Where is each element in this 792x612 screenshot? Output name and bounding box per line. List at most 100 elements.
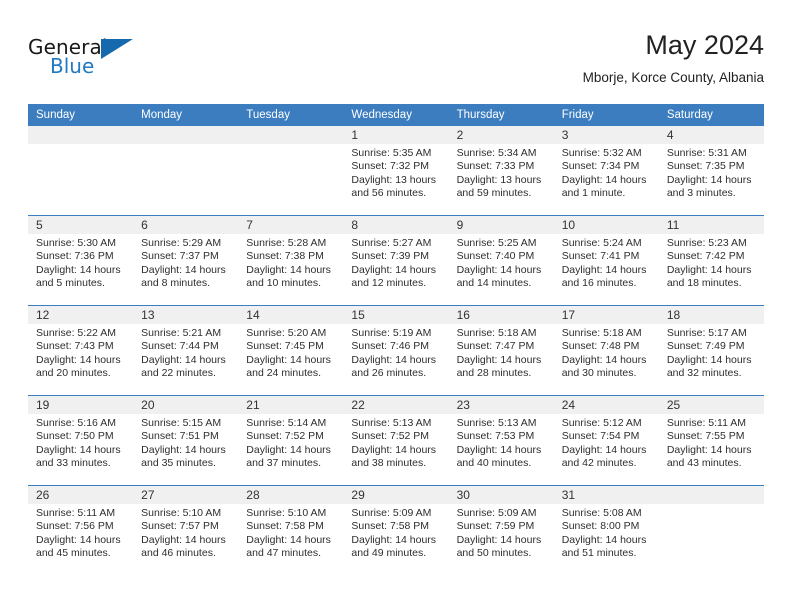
day-details: Sunrise: 5:24 AM Sunset: 7:41 PM Daylight:… xyxy=(554,234,659,291)
day-cell-7[interactable]: 7 Sunrise: 5:28 AM Sunset: 7:38 PM Daylight… xyxy=(238,216,344,305)
day-number-band: 28 xyxy=(238,486,344,504)
sunset-text: Sunset: 7:53 PM xyxy=(456,430,535,443)
day-number-band: 8 xyxy=(343,216,449,234)
day-number-band: 30 xyxy=(448,486,554,504)
sunrise-text: Sunrise: 5:10 AM xyxy=(246,507,327,519)
general-blue-logo[interactable]: General Blue xyxy=(28,36,148,84)
sunset-text: Sunset: 7:54 PM xyxy=(561,430,640,443)
daylight-text: Daylight: 14 hours xyxy=(141,263,226,276)
day-cell-16[interactable]: 16 Sunrise: 5:18 AM Sunset: 7:47 PM Dayligh… xyxy=(448,306,554,395)
daylight-text-cont: and 38 minutes. xyxy=(351,457,427,470)
sunset-text: Sunset: 7:39 PM xyxy=(351,250,430,263)
day-cell-10[interactable]: 10 Sunrise: 5:24 AM Sunset: 7:41 PM Dayligh… xyxy=(553,216,659,305)
sunset-text: Sunset: 7:51 PM xyxy=(141,430,219,443)
weekday-header-thursday: Thursday xyxy=(456,109,505,121)
day-cell-4[interactable]: 4 Sunrise: 5:31 AM Sunset: 7:35 PM Daylight… xyxy=(658,126,764,215)
sunset-text: Sunset: 7:47 PM xyxy=(456,340,535,353)
day-cell-19[interactable]: 19 Sunrise: 5:16 AM Sunset: 7:50 PM Dayligh… xyxy=(28,396,134,485)
sunrise-text: Sunrise: 5:25 AM xyxy=(456,237,537,249)
sunset-text: Sunset: 7:57 PM xyxy=(141,520,219,533)
day-cell-23[interactable]: 23 Sunrise: 5:13 AM Sunset: 7:53 PM Dayligh… xyxy=(448,396,554,485)
daylight-text: Daylight: 13 hours xyxy=(351,173,437,186)
daylight-text-cont: and 50 minutes. xyxy=(456,547,532,560)
day-cell-1[interactable]: 1 Sunrise: 5:35 AM Sunset: 7:32 PM Daylight… xyxy=(343,126,449,215)
day-cell-27[interactable]: 27 Sunrise: 5:10 AM Sunset: 7:57 PM Dayligh… xyxy=(133,486,239,575)
daylight-text: Daylight: 14 hours xyxy=(666,173,752,186)
day-cell-12[interactable]: 12 Sunrise: 5:22 AM Sunset: 7:43 PM Dayligh… xyxy=(28,306,134,395)
sunset-text: Sunset: 7:35 PM xyxy=(666,160,745,173)
daylight-text-cont: and 12 minutes. xyxy=(351,277,427,290)
day-details: Sunrise: 5:32 AM Sunset: 7:34 PM Daylight:… xyxy=(554,144,659,201)
day-cell-6[interactable]: 6 Sunrise: 5:29 AM Sunset: 7:37 PM Daylight… xyxy=(133,216,239,305)
day-number-band: 31 xyxy=(553,486,659,504)
sunrise-text: Sunrise: 5:32 AM xyxy=(561,147,642,159)
day-cell-empty xyxy=(238,126,344,215)
day-details: Sunrise: 5:13 AM Sunset: 7:52 PM Daylight:… xyxy=(343,414,448,471)
calendar-weeks: 1 Sunrise: 5:35 AM Sunset: 7:32 PM Daylight… xyxy=(28,126,764,575)
day-cell-20[interactable]: 20 Sunrise: 5:15 AM Sunset: 7:51 PM Dayligh… xyxy=(133,396,239,485)
sunrise-text: Sunrise: 5:28 AM xyxy=(246,237,327,249)
daylight-text: Daylight: 14 hours xyxy=(141,353,226,366)
sunrise-text: Sunrise: 5:30 AM xyxy=(36,237,116,249)
day-details: Sunrise: 5:28 AM Sunset: 7:38 PM Daylight:… xyxy=(238,234,343,291)
day-details: Sunrise: 5:21 AM Sunset: 7:44 PM Daylight:… xyxy=(133,324,238,381)
day-cell-31[interactable]: 31 Sunrise: 5:08 AM Sunset: 8:00 PM Dayligh… xyxy=(553,486,659,575)
day-number-band: 14 xyxy=(238,306,344,324)
daylight-text-cont: and 24 minutes. xyxy=(246,367,321,380)
day-number: 18 xyxy=(666,308,681,322)
daylight-text: Daylight: 14 hours xyxy=(456,443,542,456)
daylight-text-cont: and 37 minutes. xyxy=(246,457,321,470)
daylight-text-cont: and 59 minutes. xyxy=(456,187,532,200)
day-cell-2[interactable]: 2 Sunrise: 5:34 AM Sunset: 7:33 PM Daylight… xyxy=(448,126,554,215)
daylight-text-cont: and 8 minutes. xyxy=(141,277,211,290)
day-cell-17[interactable]: 17 Sunrise: 5:18 AM Sunset: 7:48 PM Dayligh… xyxy=(553,306,659,395)
day-number-band: 19 xyxy=(28,396,134,414)
day-number: 27 xyxy=(141,488,155,502)
day-number: 7 xyxy=(246,218,253,232)
day-cell-22[interactable]: 22 Sunrise: 5:13 AM Sunset: 7:52 PM Dayligh… xyxy=(343,396,449,485)
day-number-band: 12 xyxy=(28,306,134,324)
day-details: Sunrise: 5:08 AM Sunset: 8:00 PM Daylight:… xyxy=(554,504,659,561)
day-cell-14[interactable]: 14 Sunrise: 5:20 AM Sunset: 7:45 PM Dayligh… xyxy=(238,306,344,395)
day-cell-11[interactable]: 11 Sunrise: 5:23 AM Sunset: 7:42 PM Dayligh… xyxy=(658,216,764,305)
day-details xyxy=(28,144,133,147)
day-cell-26[interactable]: 26 Sunrise: 5:11 AM Sunset: 7:56 PM Dayligh… xyxy=(28,486,134,575)
day-number: 29 xyxy=(351,488,365,502)
day-cell-3[interactable]: 3 Sunrise: 5:32 AM Sunset: 7:34 PM Daylight… xyxy=(553,126,659,215)
sunset-text: Sunset: 7:52 PM xyxy=(351,430,430,443)
sunset-text: Sunset: 7:36 PM xyxy=(36,250,114,263)
page-subtitle: Mborje, Korce County, Albania xyxy=(582,70,764,85)
day-number: 21 xyxy=(246,398,260,412)
day-number-band: 11 xyxy=(658,216,764,234)
daylight-text: Daylight: 14 hours xyxy=(36,353,121,366)
day-cell-13[interactable]: 13 Sunrise: 5:21 AM Sunset: 7:44 PM Dayligh… xyxy=(133,306,239,395)
weekday-header-monday: Monday xyxy=(141,109,183,121)
day-cell-9[interactable]: 9 Sunrise: 5:25 AM Sunset: 7:40 PM Daylight… xyxy=(448,216,554,305)
sunset-text: Sunset: 7:37 PM xyxy=(141,250,219,263)
day-cell-18[interactable]: 18 Sunrise: 5:17 AM Sunset: 7:49 PM Dayligh… xyxy=(658,306,764,395)
sunrise-text: Sunrise: 5:12 AM xyxy=(561,417,642,429)
day-number: 14 xyxy=(246,308,260,322)
sunset-text: Sunset: 7:58 PM xyxy=(351,520,430,533)
sunset-text: Sunset: 7:40 PM xyxy=(456,250,535,263)
daylight-text-cont: and 46 minutes. xyxy=(141,547,216,560)
day-cell-21[interactable]: 21 Sunrise: 5:14 AM Sunset: 7:52 PM Dayligh… xyxy=(238,396,344,485)
day-cell-28[interactable]: 28 Sunrise: 5:10 AM Sunset: 7:58 PM Dayligh… xyxy=(238,486,344,575)
day-details: Sunrise: 5:35 AM Sunset: 7:32 PM Daylight:… xyxy=(343,144,448,201)
day-number: 19 xyxy=(36,398,50,412)
day-cell-30[interactable]: 30 Sunrise: 5:09 AM Sunset: 7:59 PM Dayligh… xyxy=(448,486,554,575)
daylight-text-cont: and 56 minutes. xyxy=(351,187,427,200)
day-cell-15[interactable]: 15 Sunrise: 5:19 AM Sunset: 7:46 PM Dayligh… xyxy=(343,306,449,395)
day-number-band: 26 xyxy=(28,486,134,504)
day-number-band: 17 xyxy=(553,306,659,324)
day-details: Sunrise: 5:20 AM Sunset: 7:45 PM Daylight:… xyxy=(238,324,343,381)
sunrise-text: Sunrise: 5:10 AM xyxy=(141,507,222,519)
day-cell-5[interactable]: 5 Sunrise: 5:30 AM Sunset: 7:36 PM Daylight… xyxy=(28,216,134,305)
day-cell-29[interactable]: 29 Sunrise: 5:09 AM Sunset: 7:58 PM Dayligh… xyxy=(343,486,449,575)
daylight-text: Daylight: 14 hours xyxy=(666,263,752,276)
day-cell-24[interactable]: 24 Sunrise: 5:12 AM Sunset: 7:54 PM Dayligh… xyxy=(553,396,659,485)
day-cell-25[interactable]: 25 Sunrise: 5:11 AM Sunset: 7:55 PM Dayligh… xyxy=(658,396,764,485)
sunrise-text: Sunrise: 5:22 AM xyxy=(36,327,116,339)
day-cell-8[interactable]: 8 Sunrise: 5:27 AM Sunset: 7:39 PM Daylight… xyxy=(343,216,449,305)
daylight-text-cont: and 51 minutes. xyxy=(561,547,637,560)
